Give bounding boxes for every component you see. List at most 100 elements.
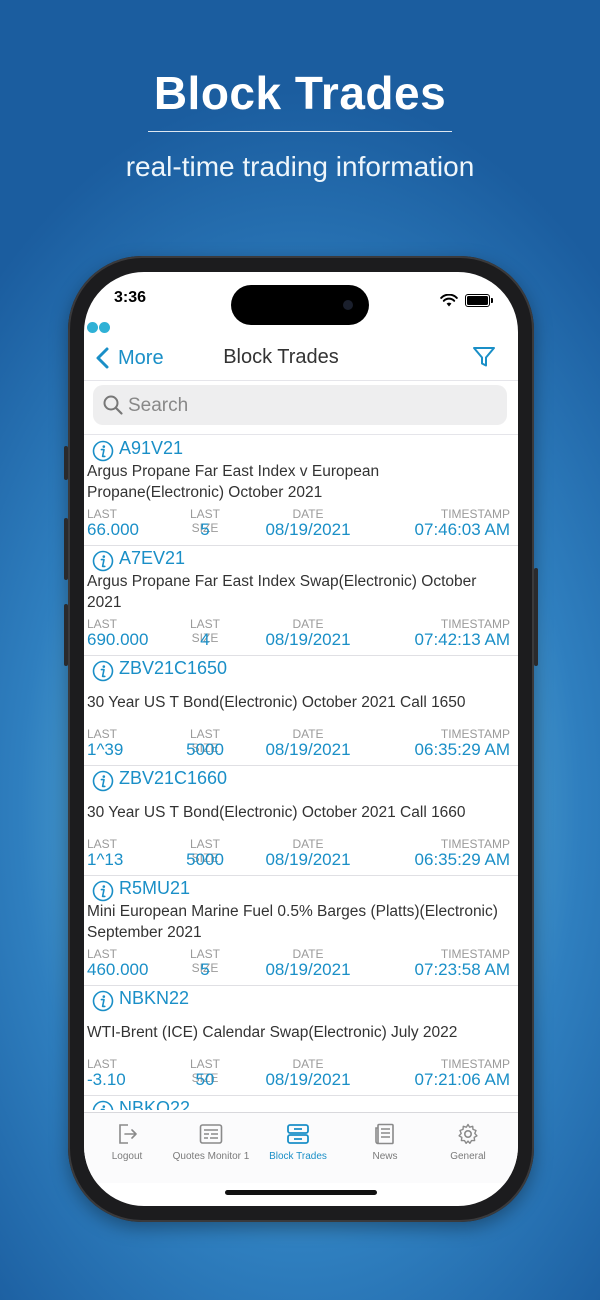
date-label: DATE	[292, 837, 324, 851]
timestamp-label: TIMESTAMP	[440, 507, 510, 521]
trade-description: WTI-Brent (ICE) Calendar Swap(Electronic…	[87, 1023, 458, 1041]
search-icon	[103, 395, 123, 415]
status-bar: 3:36	[84, 272, 518, 325]
search-divider	[84, 434, 518, 435]
home-indicator	[225, 1190, 377, 1195]
last-size-value: 5000	[186, 850, 224, 869]
last-label: LAST	[87, 947, 118, 961]
status-time: 3:36	[114, 289, 147, 306]
trade-description: 30 Year US T Bond(Electronic) October 20…	[87, 803, 466, 821]
trade-description: 30 Year US T Bond(Electronic) October 20…	[87, 693, 466, 711]
date-value: 08/19/2021	[265, 960, 351, 979]
timestamp-value: 07:42:13 AM	[414, 630, 510, 649]
trade-row[interactable]: ZBV21C1660 30 Year US T Bond(Electronic)…	[84, 766, 518, 876]
phone-screen: 3:36 More Block Trades Search A91V21 Arg…	[84, 272, 518, 1206]
info-icon[interactable]	[92, 770, 114, 792]
tab-label: Logout	[111, 1151, 143, 1162]
timestamp-label: TIMESTAMP	[440, 1057, 510, 1071]
tab-label: General	[450, 1151, 486, 1162]
tab-quotes-monitor[interactable]: Quotes Monitor 1	[168, 1113, 254, 1173]
date-label: DATE	[292, 727, 324, 741]
quotes-monitor-icon	[199, 1124, 223, 1144]
info-icon[interactable]	[92, 440, 114, 462]
last-value: 1^39	[87, 740, 124, 759]
page-title: Block Trades	[223, 346, 339, 368]
trade-row[interactable]: NBKN22 WTI-Brent (ICE) Calendar Swap(Ele…	[84, 986, 518, 1096]
trade-symbol: R5MU21	[119, 878, 191, 898]
date-label: DATE	[292, 947, 324, 961]
timestamp-value: 06:35:29 AM	[414, 850, 510, 869]
gear-icon	[458, 1123, 478, 1144]
trade-description: Argus Propane Far East Index v European …	[87, 463, 380, 501]
phone-power-button	[534, 568, 538, 666]
last-label: LAST	[87, 727, 118, 741]
trade-row[interactable]: NBKQ22	[84, 1096, 518, 1110]
filter-icon[interactable]	[471, 344, 497, 370]
date-value: 08/19/2021	[265, 520, 351, 539]
last-label: LAST	[87, 507, 118, 521]
trade-symbol: ZBV21C1660	[119, 768, 228, 788]
info-icon[interactable]	[92, 990, 114, 1012]
date-label: DATE	[292, 507, 324, 521]
timestamp-value: 07:21:06 AM	[414, 1070, 510, 1089]
promo-divider	[148, 131, 452, 132]
phone-frame: 3:36 More Block Trades Search A91V21 Arg…	[64, 256, 538, 1222]
phone-volume-up	[64, 518, 68, 580]
trade-row[interactable]: A7EV21 Argus Propane Far East Index Swap…	[84, 546, 518, 656]
trade-description: Argus Propane Far East Index Swap(Electr…	[87, 573, 477, 611]
last-label: LAST	[87, 1057, 118, 1071]
timestamp-value: 07:23:58 AM	[414, 960, 510, 979]
battery-icon	[465, 294, 493, 307]
navigation-bar: More Block Trades	[84, 336, 518, 381]
search-input[interactable]	[126, 387, 500, 425]
phone-silent-switch	[64, 446, 68, 480]
trade-row[interactable]: ZBV21C1650 30 Year US T Bond(Electronic)…	[84, 656, 518, 766]
timestamp-label: TIMESTAMP	[440, 947, 510, 961]
last-size-value: 50	[195, 1070, 215, 1089]
tab-label: Block Trades	[269, 1151, 327, 1162]
search-bar[interactable]	[93, 385, 507, 425]
tab-general[interactable]: General	[425, 1113, 511, 1173]
trade-symbol: A91V21	[119, 438, 184, 458]
front-camera	[343, 300, 353, 310]
trade-symbol: A7EV21	[119, 548, 186, 568]
trade-symbol: NBKN22	[119, 988, 190, 1008]
last-value: 66.000	[87, 520, 139, 539]
phone-volume-down	[64, 604, 68, 666]
timestamp-value: 06:35:29 AM	[414, 740, 510, 759]
date-value: 08/19/2021	[265, 630, 351, 649]
last-label: LAST	[87, 837, 118, 851]
date-value: 08/19/2021	[265, 850, 351, 869]
last-label: LAST	[87, 617, 118, 631]
last-size-value: 5	[200, 960, 210, 979]
tab-label: Quotes Monitor 1	[172, 1151, 250, 1162]
date-value: 08/19/2021	[265, 740, 351, 759]
last-value: -3.10	[87, 1070, 126, 1089]
promo-subtitle: real-time trading information	[125, 151, 475, 182]
trade-description: Mini European Marine Fuel 0.5% Barges (P…	[87, 903, 498, 941]
tab-bar: Logout Quotes Monitor 1 Block Trades New…	[84, 1112, 518, 1183]
tab-logout[interactable]: Logout	[84, 1113, 170, 1173]
timestamp-label: TIMESTAMP	[440, 617, 510, 631]
info-icon[interactable]	[92, 660, 114, 682]
tab-block-trades[interactable]: Block Trades	[255, 1113, 341, 1173]
info-icon[interactable]	[92, 1100, 114, 1110]
timestamp-label: TIMESTAMP	[440, 727, 510, 741]
trade-symbol: ZBV21C1650	[119, 658, 228, 678]
last-value: 690.000	[87, 630, 149, 649]
tab-news[interactable]: News	[342, 1113, 428, 1173]
news-icon	[375, 1123, 394, 1145]
trade-symbol: NBKQ22	[119, 1098, 191, 1110]
logout-icon	[119, 1124, 137, 1144]
trade-row[interactable]: A91V21 Argus Propane Far East Index v Eu…	[84, 436, 518, 546]
info-icon[interactable]	[92, 880, 114, 902]
trade-row[interactable]: R5MU21 Mini European Marine Fuel 0.5% Ba…	[84, 876, 518, 986]
timestamp-value: 07:46:03 AM	[414, 520, 510, 539]
info-icon[interactable]	[92, 550, 114, 572]
date-label: DATE	[292, 1057, 324, 1071]
dynamic-island	[231, 285, 369, 325]
block-trades-icon	[287, 1124, 309, 1144]
last-size-value: 5	[200, 520, 210, 539]
tab-label: News	[372, 1151, 398, 1162]
timestamp-label: TIMESTAMP	[440, 837, 510, 851]
